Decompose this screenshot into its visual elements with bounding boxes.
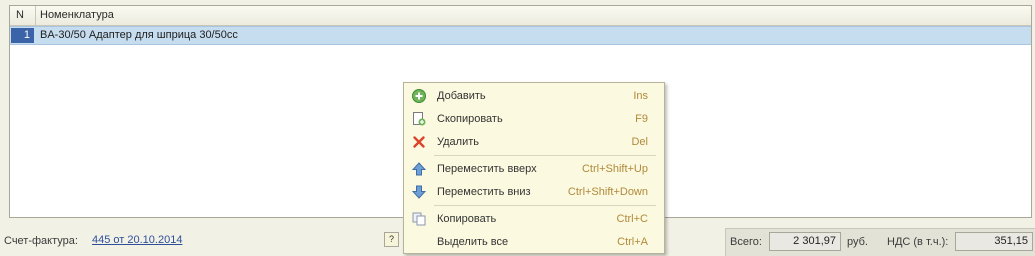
menu-item-select-all[interactable]: Выделить все Ctrl+A xyxy=(404,232,664,252)
invoice-link[interactable]: 445 от 20.10.2014 xyxy=(92,234,182,246)
menu-item-move-down[interactable]: Переместить вниз Ctrl+Shift+Down xyxy=(404,182,664,202)
invoice-label: Счет-фактура: xyxy=(4,235,78,247)
totals-panel: Всего: 2 301,97 руб. НДС (в т.ч.): 351,1… xyxy=(725,228,1035,256)
table-header: N Номенклатура xyxy=(10,6,1031,26)
total-label: Всего: xyxy=(730,236,762,248)
column-nomenclature-header[interactable]: Номенклатура xyxy=(40,9,114,21)
vat-label: НДС (в т.ч.): xyxy=(887,236,949,248)
arrow-down-icon xyxy=(411,185,427,199)
currency-label: руб. xyxy=(847,236,868,248)
menu-item-delete[interactable]: Удалить Del xyxy=(404,132,664,152)
context-menu: Добавить Ins Скопировать F9 Удалить Del … xyxy=(403,82,665,254)
menu-separator xyxy=(434,205,656,206)
vat-field[interactable]: 351,15 xyxy=(955,232,1033,251)
menu-item-move-up[interactable]: Переместить вверх Ctrl+Shift+Up xyxy=(404,159,664,179)
column-n-header[interactable]: N xyxy=(10,6,36,25)
total-field[interactable]: 2 301,97 xyxy=(769,232,841,251)
copy-document-icon xyxy=(412,112,426,126)
menu-item-duplicate[interactable]: Скопировать F9 xyxy=(404,109,664,129)
help-button[interactable]: ? xyxy=(384,232,399,247)
menu-item-add[interactable]: Добавить Ins xyxy=(404,86,664,106)
row-number: 1 xyxy=(11,28,34,43)
arrow-up-icon xyxy=(411,162,427,176)
row-nomenclature: BA-30/50 Адаптер для шприца 30/50cc xyxy=(40,29,238,41)
table-row[interactable]: 1 BA-30/50 Адаптер для шприца 30/50cc xyxy=(10,26,1031,45)
copy-icon xyxy=(412,212,426,226)
delete-icon xyxy=(412,135,426,149)
menu-separator xyxy=(434,155,656,156)
menu-item-copy[interactable]: Копировать Ctrl+C xyxy=(404,209,664,229)
add-icon xyxy=(412,89,426,103)
